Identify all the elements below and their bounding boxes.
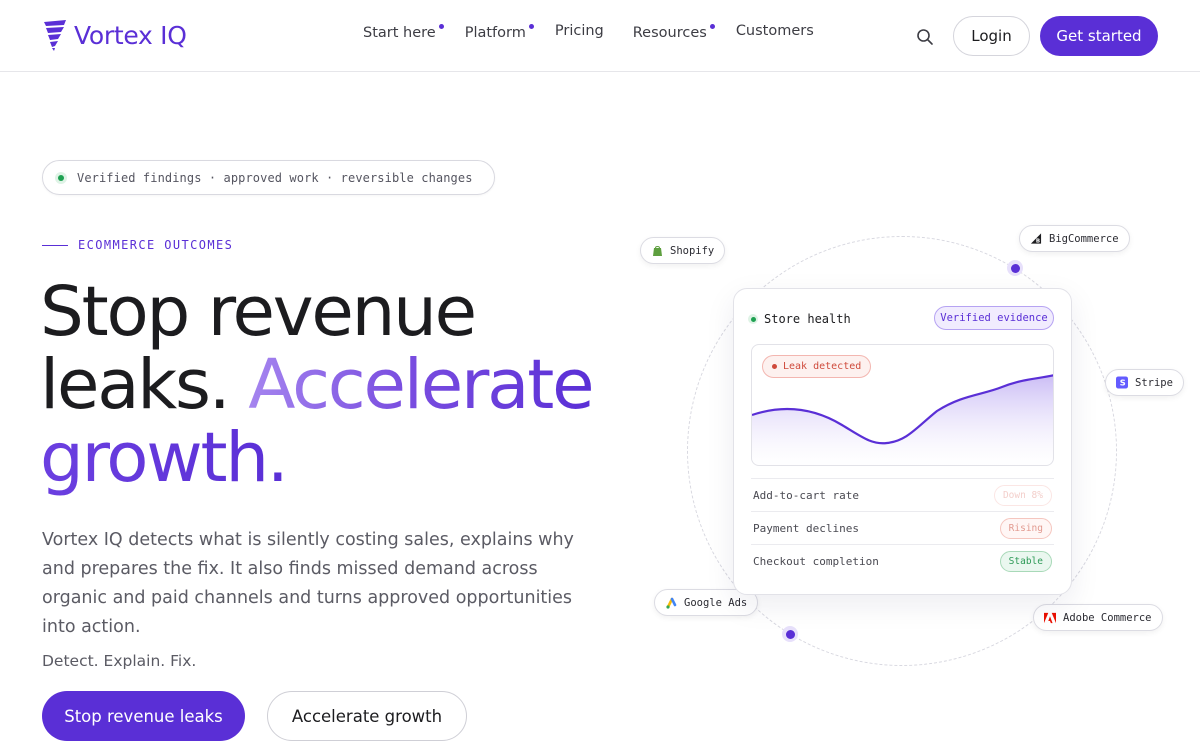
- metric-label: Checkout completion: [753, 554, 879, 568]
- leak-badge-label: Leak detected: [783, 361, 862, 372]
- hero-description: Vortex IQ detects what is silently costi…: [42, 530, 574, 637]
- logo[interactable]: Vortex IQ: [42, 18, 187, 52]
- chip-label: Adobe Commerce: [1063, 611, 1152, 624]
- metric-status-badge: Rising: [999, 517, 1052, 539]
- trend-chart: Leak detected: [751, 344, 1054, 466]
- nav-resources[interactable]: Resources: [633, 22, 715, 44]
- integration-chip-adobe-commerce: Adobe Commerce: [1033, 604, 1163, 631]
- integration-chip-stripe: S Stripe: [1105, 369, 1184, 396]
- svg-text:S: S: [1120, 378, 1126, 388]
- headline-line-1: Stop revenue: [40, 272, 477, 352]
- search-icon: [917, 29, 933, 45]
- google-ads-icon: [665, 597, 677, 609]
- trust-pill: Verified findings · approved work · reve…: [42, 160, 495, 195]
- nav-label: Platform: [464, 25, 526, 41]
- nav-customers[interactable]: Customers: [736, 20, 822, 42]
- orbit-node: [1007, 260, 1023, 276]
- nav-start-here[interactable]: Start here: [363, 22, 444, 44]
- metric-label: Payment declines: [753, 521, 859, 535]
- get-started-button[interactable]: Get started: [1040, 16, 1158, 56]
- hero-tagline: Detect. Explain. Fix.: [42, 652, 197, 670]
- orbit-node: [782, 626, 798, 642]
- card-header: Store health: [748, 312, 851, 326]
- brand-name: Vortex IQ: [74, 20, 187, 50]
- stop-revenue-leaks-button[interactable]: Stop revenue leaks: [42, 691, 245, 741]
- leak-detected-badge: Leak detected: [762, 355, 872, 378]
- verified-evidence-badge: Verified evidence: [934, 306, 1054, 330]
- metric-row: Payment declines Rising: [751, 511, 1054, 544]
- status-dot-icon: [748, 314, 758, 324]
- headline-line-3: growth.: [40, 418, 289, 498]
- store-health-card: Store health Verified evidence Leak dete…: [733, 288, 1072, 595]
- search-button[interactable]: [914, 26, 936, 48]
- shopify-icon: [651, 245, 663, 257]
- status-dot-icon: [55, 171, 67, 184]
- hero-headline: Stop revenue leaks. Accelerate growth.: [40, 276, 640, 495]
- metric-row: Add-to-cart rate Down 8%: [751, 478, 1054, 511]
- metric-label: Add-to-cart rate: [753, 488, 859, 502]
- nav-label: Pricing: [554, 23, 604, 39]
- nav-platform[interactable]: Platform: [465, 22, 534, 44]
- chip-label: BigCommerce: [1049, 232, 1119, 245]
- accelerate-growth-button[interactable]: Accelerate growth: [267, 691, 467, 741]
- nav-label: Customers: [735, 23, 814, 39]
- alert-dot-icon: [772, 364, 777, 369]
- adobe-icon: [1044, 612, 1056, 624]
- eyebrow: ECOMMERCE OUTCOMES: [42, 238, 233, 252]
- bigcommerce-icon: B: [1030, 233, 1042, 245]
- nav-label: Start here: [363, 25, 436, 41]
- eyebrow-rule: [42, 244, 68, 246]
- metric-status-badge: Stable: [999, 550, 1052, 572]
- login-button[interactable]: Login: [953, 16, 1030, 56]
- nav-pricing[interactable]: Pricing: [555, 20, 612, 42]
- vortex-logo-icon: [44, 20, 66, 51]
- stripe-icon: S: [1116, 376, 1128, 389]
- nav-indicator-dot: [709, 24, 715, 29]
- metric-row: Checkout completion Stable: [751, 544, 1054, 577]
- site-header: Vortex IQ Start here Platform Pricing Re…: [0, 0, 1200, 72]
- card-title: Store health: [764, 312, 851, 326]
- chip-label: Stripe: [1135, 376, 1173, 389]
- nav-label: Resources: [632, 25, 707, 41]
- integration-chip-shopify: Shopify: [640, 237, 726, 264]
- chip-label: Google Ads: [684, 596, 748, 609]
- headline-line-2a: leaks.: [40, 345, 249, 425]
- nav-indicator-dot: [528, 24, 534, 29]
- nav-indicator-dot: [438, 24, 444, 29]
- svg-text:B: B: [1036, 239, 1040, 245]
- trust-text: Verified findings · approved work · reve…: [77, 170, 473, 185]
- integration-chip-bigcommerce: B BigCommerce: [1019, 225, 1130, 252]
- headline-line-2b: Accelerate: [248, 345, 594, 425]
- chip-label: Shopify: [670, 244, 715, 257]
- eyebrow-text: ECOMMERCE OUTCOMES: [78, 238, 234, 252]
- metric-status-badge: Down 8%: [993, 484, 1052, 506]
- main-nav: Start here Platform Pricing Resources Cu…: [363, 22, 843, 44]
